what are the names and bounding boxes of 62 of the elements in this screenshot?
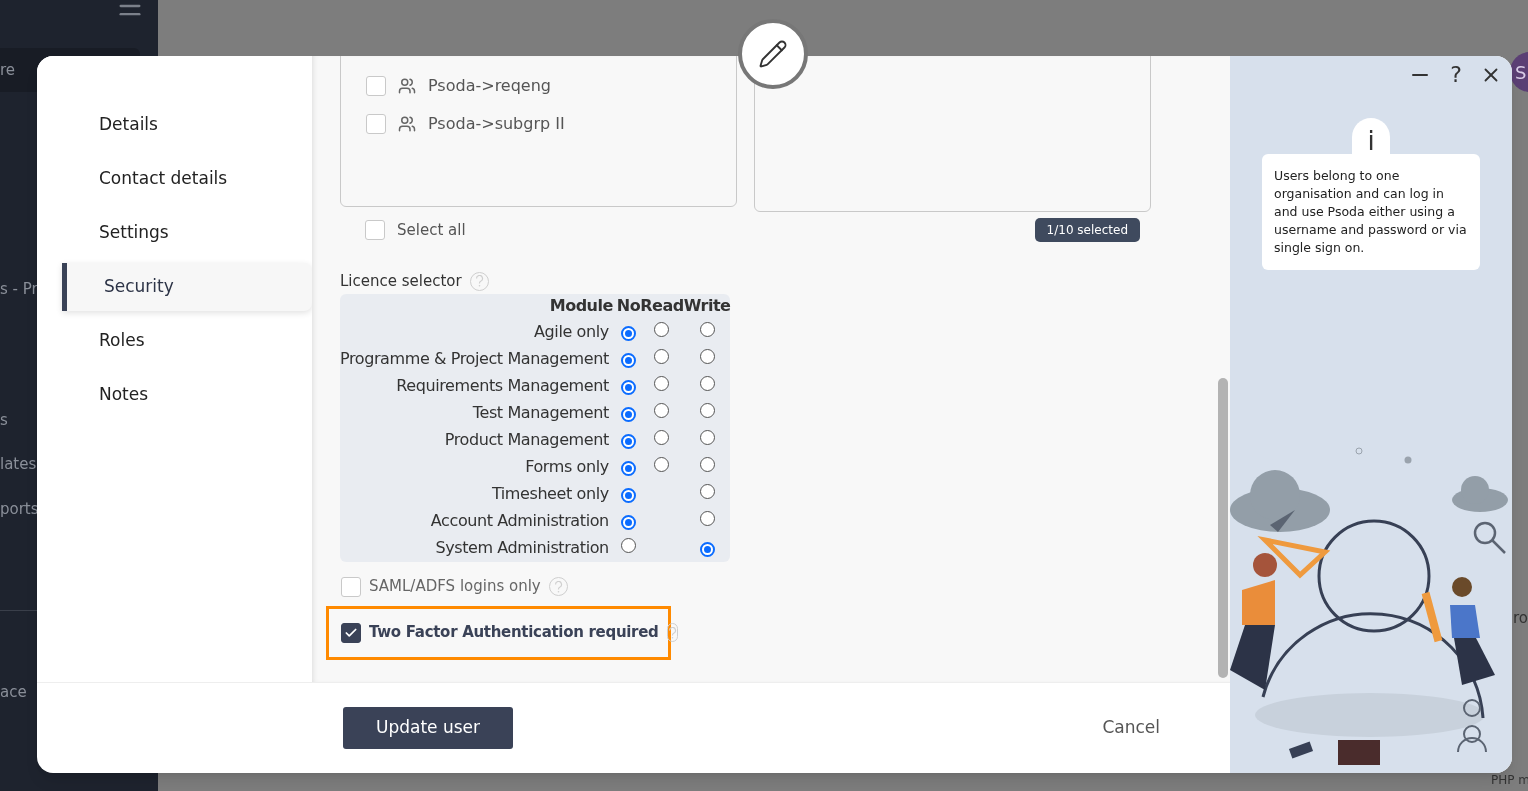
module-name: Agile only bbox=[533, 321, 610, 343]
radio-button[interactable] bbox=[621, 353, 636, 368]
nav-tab[interactable]: Security bbox=[62, 263, 312, 311]
module-name: Forms only bbox=[524, 456, 610, 478]
pencil-icon bbox=[758, 39, 788, 69]
option-label[interactable]: Two Factor Authentication required bbox=[369, 621, 659, 644]
option-label[interactable]: SAML/ADFS logins only bbox=[369, 575, 541, 598]
select-all-label[interactable]: Select all bbox=[397, 218, 466, 242]
nav-tab[interactable]: Roles bbox=[62, 317, 312, 365]
nav-tab[interactable]: Notes bbox=[62, 371, 312, 419]
group-icon bbox=[398, 77, 416, 95]
scrollbar[interactable] bbox=[1218, 378, 1228, 678]
info-text: Users belong to one organisation and can log in and use Psoda either using a username and password or via single sign on. bbox=[1262, 154, 1480, 270]
checkbox[interactable] bbox=[341, 622, 361, 643]
nav-tab[interactable]: Settings bbox=[62, 209, 312, 257]
module-name: Timesheet only bbox=[490, 483, 610, 505]
radio-button[interactable] bbox=[699, 457, 715, 472]
radio-button[interactable] bbox=[654, 403, 670, 418]
module-name: System Administration bbox=[434, 537, 610, 559]
radio-button[interactable] bbox=[621, 407, 636, 422]
module-name: Product Management bbox=[443, 429, 610, 451]
radio-button[interactable] bbox=[699, 430, 715, 445]
radio-button[interactable] bbox=[621, 515, 636, 530]
radio-button[interactable] bbox=[699, 484, 715, 499]
radio-button[interactable] bbox=[699, 349, 715, 364]
update-user-button[interactable]: Update user bbox=[343, 707, 513, 749]
cancel-button[interactable]: Cancel bbox=[1102, 715, 1160, 741]
nav-tab[interactable]: Details bbox=[62, 101, 312, 149]
radio-button[interactable] bbox=[654, 376, 670, 391]
column-header: Module bbox=[548, 295, 614, 317]
column-header: Read bbox=[640, 295, 684, 317]
radio-button[interactable] bbox=[621, 461, 636, 476]
group-label[interactable]: Psoda->subgrp II bbox=[428, 112, 565, 136]
radio-button[interactable] bbox=[699, 322, 715, 337]
background-text: ro bbox=[1513, 608, 1528, 629]
radio-button[interactable] bbox=[654, 349, 670, 364]
nav-tab[interactable]: Contact details bbox=[62, 155, 312, 203]
module-name: Account Administration bbox=[429, 510, 610, 532]
radio-button[interactable] bbox=[699, 403, 715, 418]
radio-button[interactable] bbox=[621, 380, 636, 395]
radio-button[interactable] bbox=[654, 322, 670, 337]
radio-button[interactable] bbox=[621, 326, 636, 341]
radio-button[interactable] bbox=[621, 434, 636, 449]
field-label: Licence selector bbox=[340, 271, 462, 292]
module-name: Programme & Project Management bbox=[340, 348, 610, 370]
radio-button[interactable] bbox=[654, 430, 670, 445]
selection-count-badge: 1/10 selected bbox=[1034, 218, 1140, 242]
group-icon bbox=[398, 115, 416, 133]
avatar[interactable]: S bbox=[1510, 52, 1528, 92]
group-label[interactable]: Psoda->reqeng bbox=[428, 74, 551, 98]
radio-button[interactable] bbox=[654, 457, 670, 472]
help-button[interactable]: ? bbox=[1450, 64, 1462, 86]
radio-button[interactable] bbox=[621, 488, 636, 503]
column-header: No bbox=[616, 295, 641, 317]
radio-button[interactable] bbox=[621, 538, 636, 553]
radio-button[interactable] bbox=[699, 542, 715, 557]
module-name: Requirements Management bbox=[395, 375, 610, 397]
info-badge: i bbox=[1352, 118, 1390, 154]
module-name: Test Management bbox=[471, 402, 610, 424]
column-header: Write bbox=[683, 295, 731, 317]
radio-button[interactable] bbox=[699, 376, 715, 391]
radio-button[interactable] bbox=[699, 511, 715, 526]
